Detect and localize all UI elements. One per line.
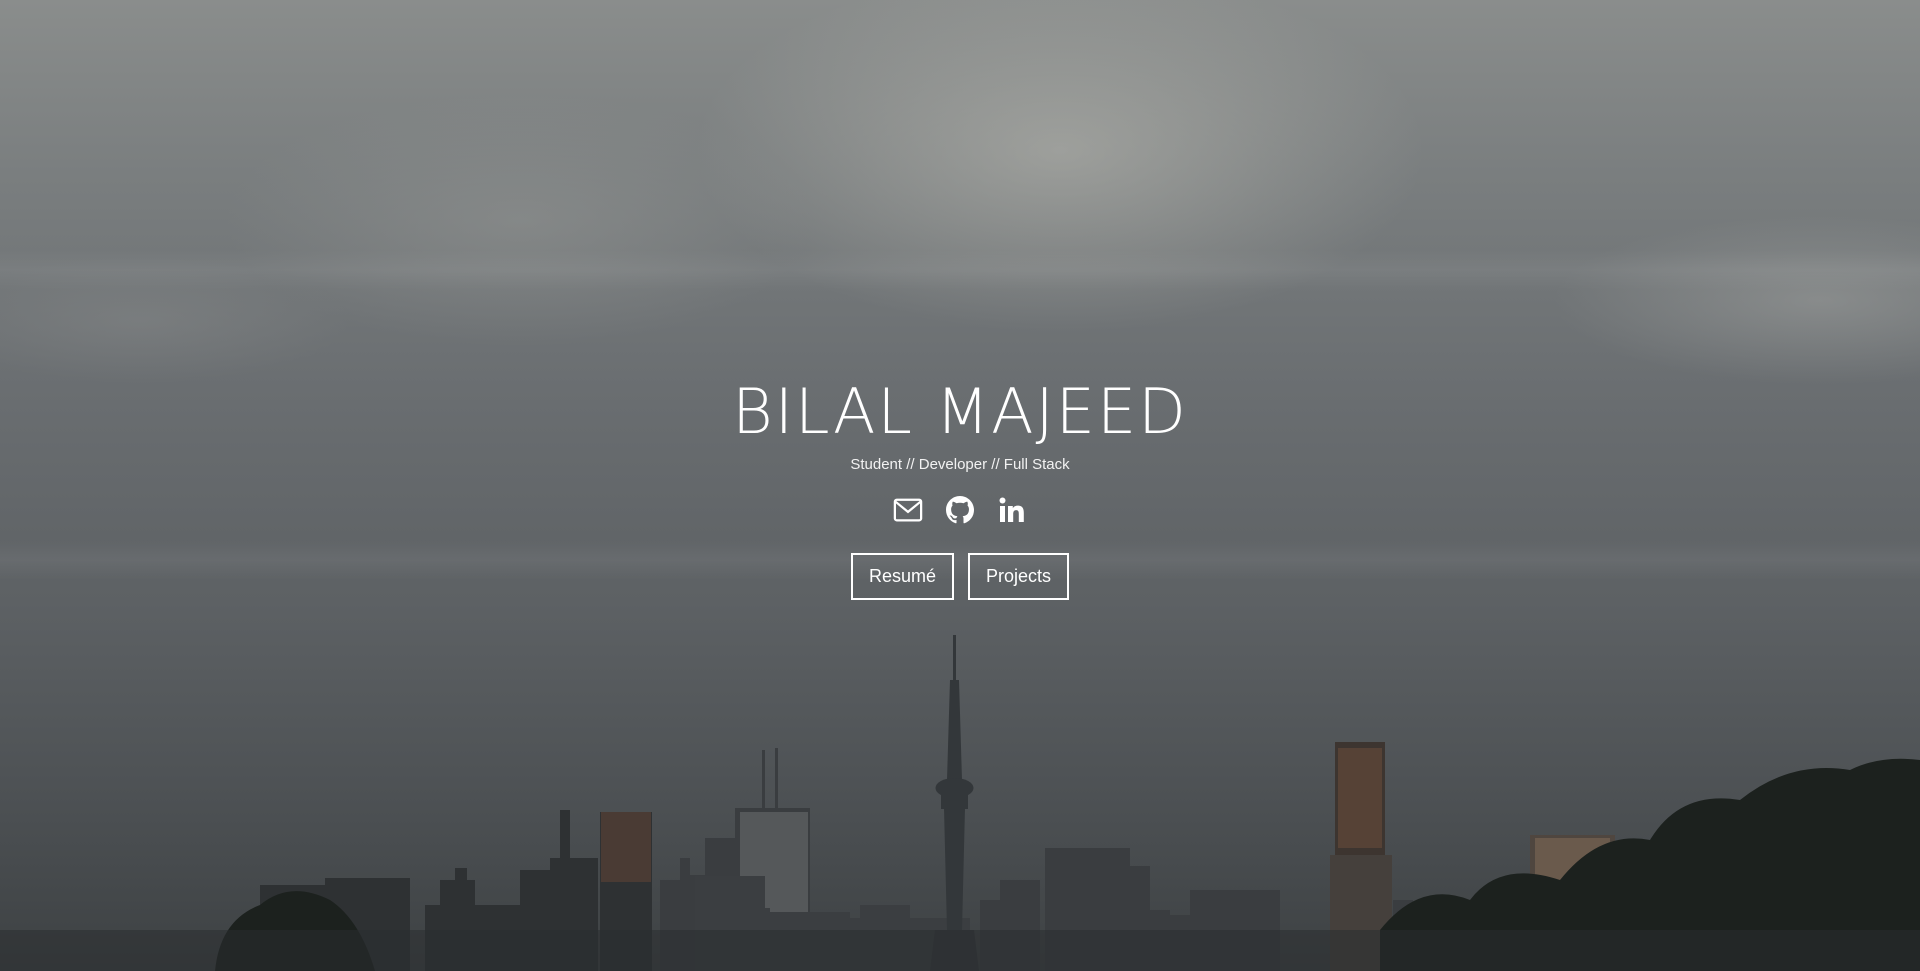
hero-content: BILAL MAJEED Student // Developer // Ful… xyxy=(0,380,1920,600)
action-buttons: Resumé Projects xyxy=(0,553,1920,600)
email-link[interactable] xyxy=(893,495,923,525)
hero-section: BILAL MAJEED Student // Developer // Ful… xyxy=(0,0,1920,971)
social-links xyxy=(0,495,1920,525)
projects-button[interactable]: Projects xyxy=(968,553,1070,600)
resume-button[interactable]: Resumé xyxy=(850,553,954,600)
tagline: Student // Developer // Full Stack xyxy=(850,456,1070,473)
linkedin-icon xyxy=(999,497,1024,522)
github-icon xyxy=(946,496,974,524)
github-link[interactable] xyxy=(945,495,975,525)
linkedin-link[interactable] xyxy=(997,495,1027,525)
page-title: BILAL MAJEED xyxy=(732,375,1188,448)
envelope-icon xyxy=(893,498,923,522)
